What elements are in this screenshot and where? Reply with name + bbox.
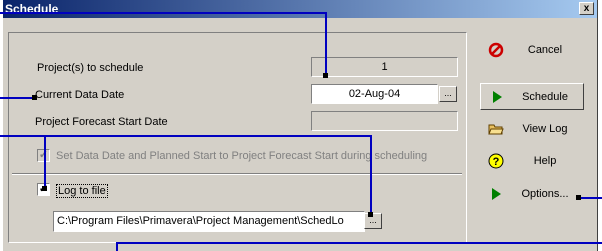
- callout-dot: [576, 195, 581, 200]
- projects-to-schedule-label: Project(s) to schedule: [37, 62, 144, 74]
- callout-dot: [368, 212, 373, 217]
- help-icon: ?: [488, 153, 504, 169]
- callout-line-bottom-drop: [116, 242, 118, 251]
- close-button[interactable]: x: [579, 2, 594, 15]
- data-date-picker-button[interactable]: ...: [439, 86, 457, 102]
- callout-line-bottom: [116, 242, 602, 244]
- projects-count-value: 1: [381, 61, 388, 73]
- section-divider: [12, 173, 462, 175]
- log-file-path-field[interactable]: C:\Program Files\Primavera\Project Manag…: [53, 211, 365, 232]
- forecast-start-field: [311, 111, 458, 131]
- cancel-button-label: Cancel: [527, 44, 563, 56]
- schedule-button[interactable]: Schedule: [480, 83, 584, 110]
- callout-dot: [323, 73, 328, 78]
- help-button-label: Help: [533, 155, 557, 167]
- play-icon: [492, 188, 501, 200]
- title-bar: Schedule x: [3, 0, 597, 18]
- schedule-button-label: Schedule: [522, 91, 568, 103]
- callout-line-options: [578, 197, 602, 199]
- callout-dot: [32, 95, 37, 100]
- project-forecast-start-label: Project Forecast Start Date: [35, 116, 168, 128]
- cancel-icon: [488, 42, 504, 58]
- callout-line-top-drop: [325, 12, 327, 76]
- callout-line-log-path: [0, 135, 372, 137]
- projects-count-field: 1: [311, 57, 458, 77]
- data-date-field[interactable]: 02-Aug-04: [311, 84, 438, 104]
- help-button[interactable]: ? Help: [480, 148, 584, 175]
- cancel-button[interactable]: Cancel: [480, 37, 584, 64]
- log-to-file-label[interactable]: Log to file: [56, 184, 108, 198]
- play-icon: [493, 91, 502, 103]
- view-log-button-label: View Log: [522, 123, 568, 135]
- callout-line-top: [0, 12, 326, 14]
- open-folder-icon: [488, 124, 504, 135]
- current-data-date-label: Current Data Date: [35, 89, 125, 101]
- callout-line-data-date: [0, 97, 34, 99]
- options-button-label: Options...: [521, 188, 569, 200]
- view-log-button[interactable]: View Log: [480, 116, 584, 143]
- callout-dot: [42, 186, 47, 191]
- svg-text:?: ?: [493, 156, 500, 168]
- options-button[interactable]: Options...: [480, 181, 584, 208]
- browse-log-file-button[interactable]: ...: [364, 213, 382, 229]
- callout-line-log-path-drop: [370, 135, 372, 215]
- data-date-value: 02-Aug-04: [348, 88, 401, 100]
- callout-line-log-checkbox: [44, 137, 46, 189]
